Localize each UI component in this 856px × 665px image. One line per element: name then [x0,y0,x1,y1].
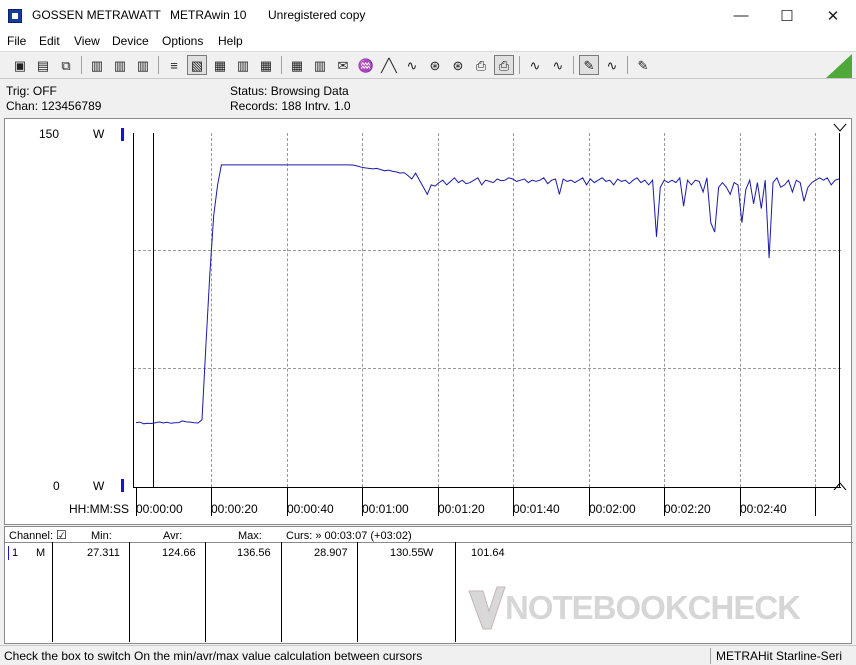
power-series-line [135,164,840,425]
watermark-text: NOTEBOOKCHECK [505,589,801,626]
settings-list-icon[interactable]: ✉ [333,55,353,75]
save-icon[interactable]: ▤ [33,55,53,75]
device-name: METRAHit Starline-Seri [716,649,843,663]
menu-file[interactable]: File [7,34,26,48]
power-trace-chart [135,164,840,425]
column-separator [52,542,53,642]
status-separator [710,648,711,664]
comment-icon[interactable]: ✎ [633,55,653,75]
column-separator [205,542,206,642]
company-name: GOSSEN METRAWATT [32,8,161,22]
cursor-a-icon[interactable]: ✎ [579,55,599,75]
row-avr-value: 124.66 [162,547,196,559]
browse-status: Status: Browsing Data [230,84,349,98]
header-cursor: Curs: » 00:03:07 (+03:02) [286,530,412,542]
function-icon[interactable]: ╱╲ [379,55,399,75]
menu-bar: File Edit View Device Options Help [0,31,856,51]
column-separator [455,542,456,642]
toolbar-separator [158,56,159,74]
header-min: Min: [91,530,112,542]
row-channel-index[interactable]: 1 [12,547,18,559]
maximize-button[interactable]: ☐ [764,0,810,31]
channel-list: Chan: 123456789 [6,99,102,113]
channel-table: Channel: ☑ Min: Avr: Max: Curs: » 00:03:… [4,526,853,644]
table-header-divider [5,542,853,543]
open-icon[interactable]: ⧉ [56,55,76,75]
notebookcheck-logo-icon [468,586,506,630]
records-info: Records: 188 Intrv. 1.0 [230,99,351,113]
column-separator [357,542,358,642]
device-read-icon[interactable]: ▥ [87,55,107,75]
cursor-b-icon[interactable]: ∿ [602,55,622,75]
row-channel-mode: M [36,547,46,559]
minimize-button[interactable]: — [718,0,764,31]
menu-view[interactable]: View [74,34,100,48]
row-extra-value: 101.64 [471,547,505,559]
list-view-icon[interactable]: ≡ [164,55,184,75]
device-config-icon[interactable]: ▥ [110,55,130,75]
minmax-checkbox[interactable]: ☑ [56,528,67,542]
row-cursor-min-value: 28.907 [314,547,348,559]
toolbar-separator [81,56,82,74]
export-icon[interactable]: ▦ [287,55,307,75]
license-status: Unregistered copy [268,8,366,22]
histogram-icon[interactable]: ▦ [256,55,276,75]
status-bar: Check the box to switch On the min/avr/m… [0,645,856,665]
waveform-icon[interactable]: ∿ [402,55,422,75]
signal-icon [826,54,852,78]
zoom-in-icon[interactable]: ⎙ [471,55,491,75]
column-separator [281,542,282,642]
table-view-icon[interactable]: ▥ [233,55,253,75]
app-name: METRAwin 10 [170,8,247,22]
zoom-out-icon[interactable]: ⎙ [494,55,514,75]
trigger-status: Trig: OFF [6,84,57,98]
menu-device[interactable]: Device [112,34,149,48]
header-channel: Channel: [9,530,54,542]
row-min-value: 27.311 [87,547,120,559]
toolbar-separator [627,56,628,74]
plot-panel[interactable]: 150 W 0 W HH:MM:SS 00:00:00 00:00:20 00:… [4,118,852,525]
peak-icon[interactable]: ⊛ [425,55,445,75]
row-cursor-value: 130.55 [390,547,424,559]
print-icon[interactable]: ∿ [525,55,545,75]
header-avr: Avr: [163,530,183,542]
computer-icon[interactable]: ♒ [356,55,376,75]
menu-options[interactable]: Options [162,34,203,48]
menu-edit[interactable]: Edit [39,34,60,48]
app-icon [8,9,22,23]
new-icon[interactable]: ▣ [10,55,30,75]
title-bar: GOSSEN METRAWATT METRAwin 10 Unregistere… [0,0,856,31]
row-marker [8,546,9,560]
toolbar: ▣ ▤ ⧉ ▥ ▥ ▥ ≡ ▧ ▦ ▥ ▦ ▦ ▥ ✉ ♒ ╱╲ ∿ ⊛ ⊛ ⎙… [0,51,856,79]
row-unit: W [423,547,434,559]
toolbar-separator [519,56,520,74]
device-send-icon[interactable]: ▥ [133,55,153,75]
status-hint: Check the box to switch On the min/avr/m… [4,649,423,663]
column-separator [129,542,130,642]
sine-icon[interactable]: ⊛ [448,55,468,75]
header-max: Max: [238,530,262,542]
graph-view-icon[interactable]: ▧ [187,55,207,75]
menu-help[interactable]: Help [218,34,243,48]
import-icon[interactable]: ▥ [310,55,330,75]
toolbar-separator [281,56,282,74]
close-button[interactable]: ✕ [810,0,856,31]
toolbar-separator [573,56,574,74]
print-preview-icon[interactable]: ∿ [548,55,568,75]
grid-view-icon[interactable]: ▦ [210,55,230,75]
row-max-value: 136.56 [237,547,271,559]
